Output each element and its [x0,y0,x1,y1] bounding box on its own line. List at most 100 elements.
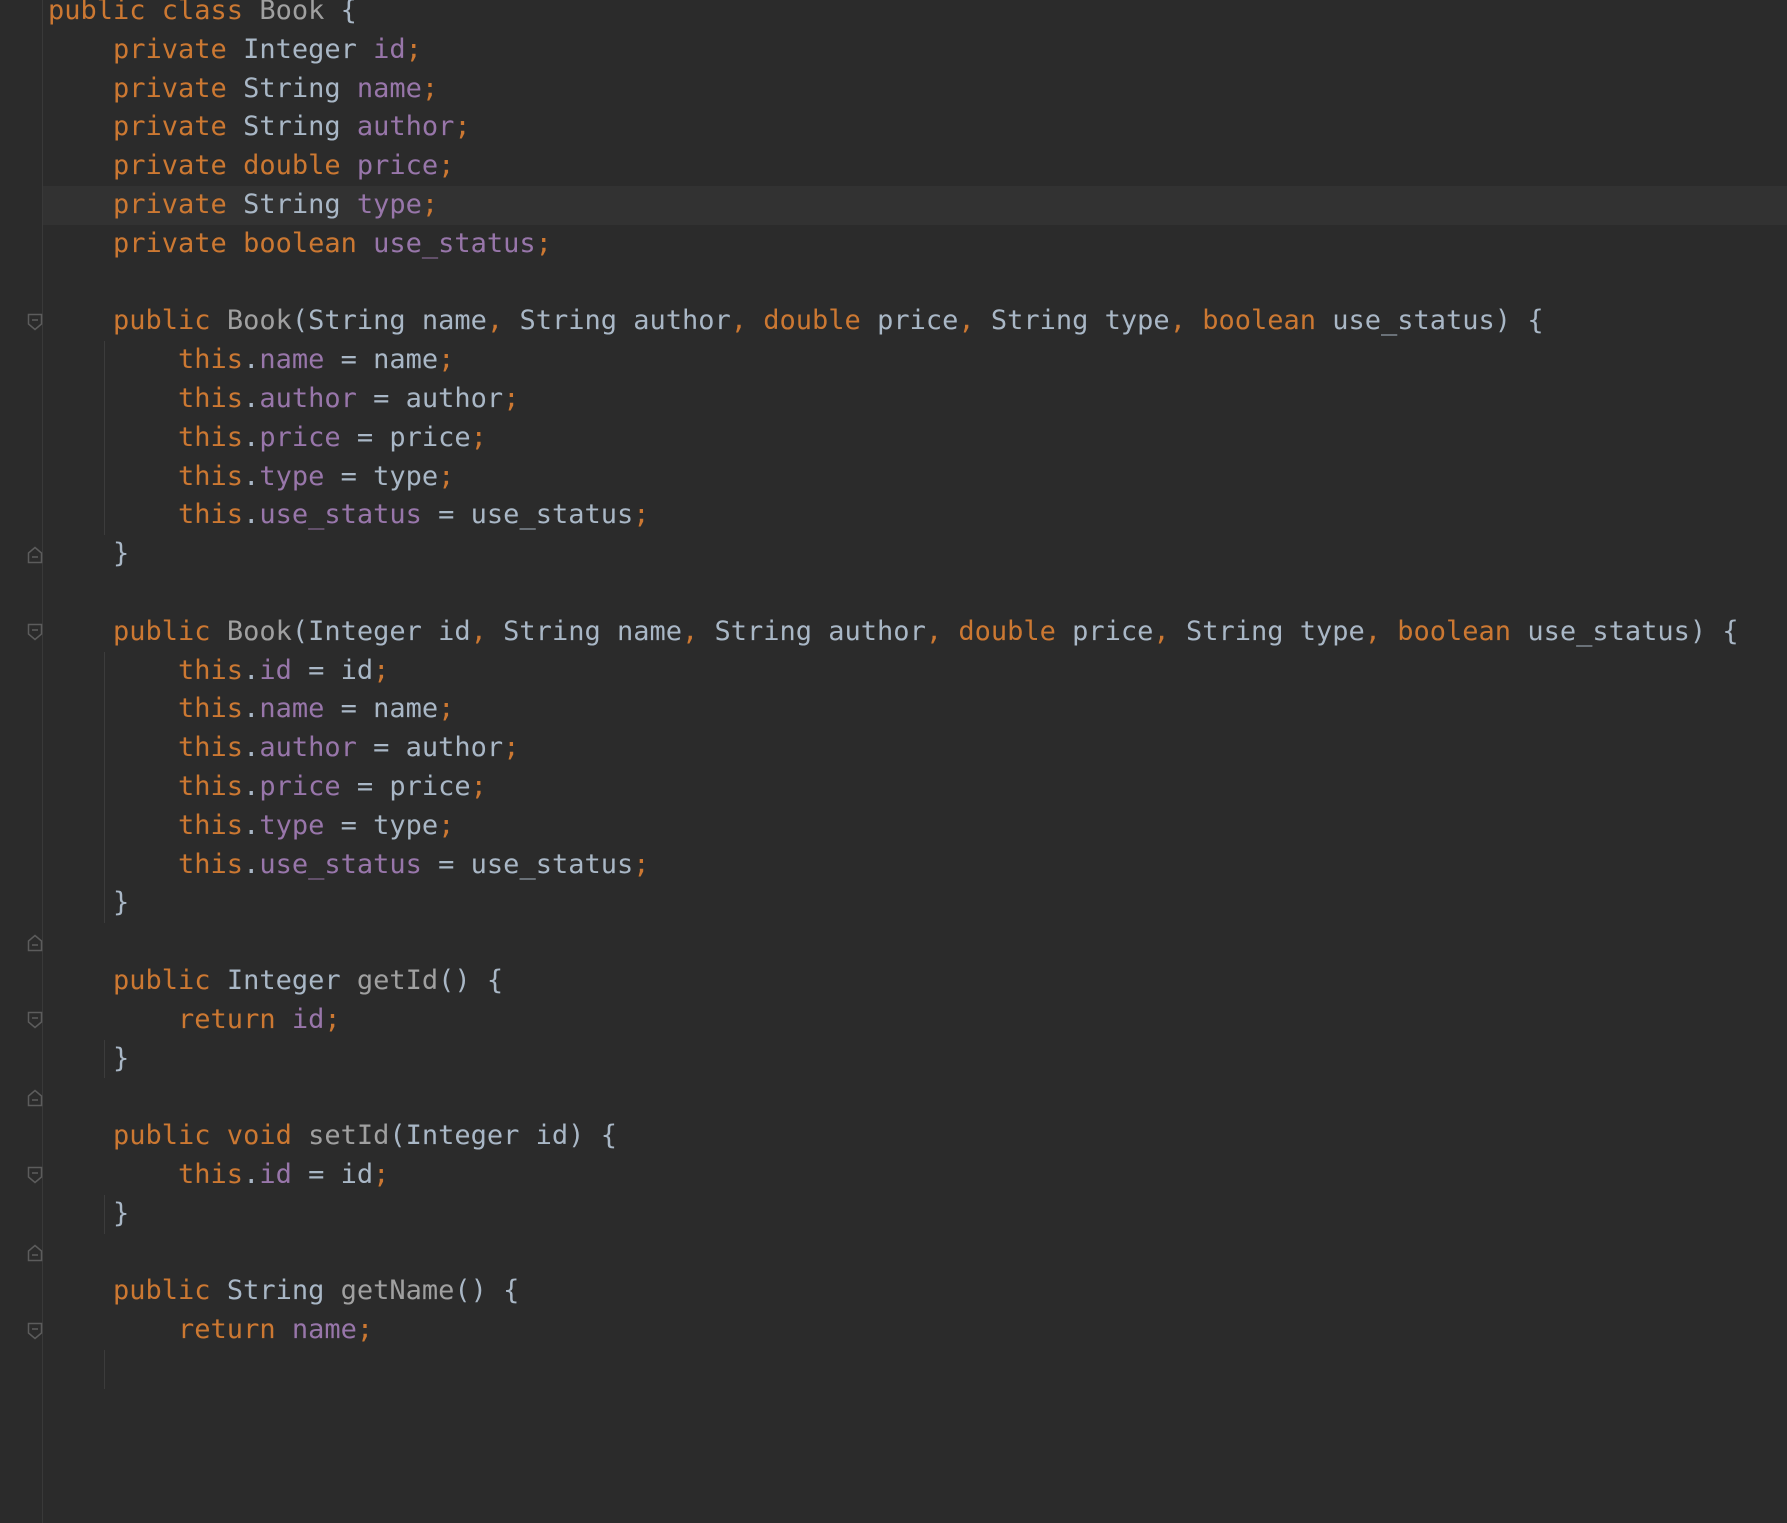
code-line[interactable]: public class Book { [43,0,1787,31]
code-token: public class [48,0,260,26]
code-line[interactable]: private String type; [43,186,1787,225]
code-token: author [356,111,455,143]
code-line[interactable]: private String author; [43,108,1787,147]
code-token: } [48,1042,130,1074]
code-token: price [356,150,439,182]
code-token: this [48,693,244,725]
code-token: ; [633,499,650,531]
code-line[interactable]: private Integer id; [43,31,1787,70]
code-line[interactable]: } [43,535,1787,574]
code-line-text: private Integer id; [48,31,422,70]
code-line[interactable]: public Integer getId() { [43,962,1787,1001]
code-line[interactable]: private double price; [43,147,1787,186]
code-line[interactable]: public Book(String name, String author, … [43,302,1787,341]
code-token: public [48,1275,227,1307]
code-token: ; [535,227,552,259]
code-token: this [48,654,244,686]
code-token: ; [421,72,439,104]
code-token: price [1072,615,1154,647]
code-token: = use_status [421,848,634,880]
code-token: . [243,654,260,686]
code-line[interactable]: this.author = author; [43,380,1787,419]
code-line[interactable]: public Book(Integer id, String name, Str… [43,613,1787,652]
code-line[interactable]: this.id = id; [43,1156,1787,1195]
fold-end-icon[interactable] [27,1089,43,1107]
code-line[interactable]: this.name = name; [43,690,1787,729]
editor-gutter [0,0,43,1523]
code-line[interactable]: this.price = price; [43,419,1787,458]
code-token: ; [470,421,487,453]
code-token: setId [308,1120,390,1152]
code-line[interactable]: } [43,1195,1787,1234]
code-line[interactable] [43,1234,1787,1273]
code-token: this [48,421,244,453]
code-line[interactable]: this.use_status = use_status; [43,846,1787,885]
code-token: this [48,499,244,531]
fold-collapse-icon[interactable] [27,1011,43,1029]
code-token: , [681,615,715,647]
code-token: ; [373,654,390,686]
fold-collapse-icon[interactable] [27,1322,43,1340]
code-line[interactable] [43,1078,1787,1117]
code-token: . [243,693,260,725]
code-line[interactable] [43,264,1787,303]
code-line[interactable]: this.author = author; [43,729,1787,768]
code-token: price [259,771,341,802]
code-line[interactable]: this.type = type; [43,458,1787,497]
code-line[interactable]: } [43,1040,1787,1079]
code-token: , [730,305,764,337]
code-area[interactable]: public class Book { private Integer id; … [43,0,1787,1523]
code-line[interactable] [43,923,1787,962]
code-line[interactable]: this.name = name; [43,341,1787,380]
code-token: () { [454,1275,520,1307]
code-token: this [48,383,244,414]
fold-end-icon[interactable] [27,934,43,952]
code-line[interactable]: return name; [43,1311,1787,1350]
code-token: = id [291,1159,374,1190]
code-token: public [48,305,227,337]
code-token: String author [714,615,926,647]
code-line-text: this.type = type; [48,458,454,497]
code-line[interactable]: private String name; [43,70,1787,109]
fold-collapse-icon[interactable] [27,623,43,641]
code-token: name [259,344,325,376]
code-token: . [243,1159,260,1190]
code-line[interactable]: this.id = id; [43,652,1787,691]
code-token: ; [633,848,650,880]
code-line[interactable]: this.price = price; [43,768,1787,807]
fold-collapse-icon[interactable] [27,313,43,331]
code-line[interactable]: } [43,884,1787,923]
code-token: = price [340,421,471,453]
code-line-text: this.name = name; [48,690,454,729]
code-token: { [324,0,357,26]
code-token: Book [259,0,325,26]
code-token: = price [340,771,471,802]
code-line[interactable] [43,574,1787,613]
code-token: private double [48,150,357,182]
code-token: this [48,848,244,880]
fold-collapse-icon[interactable] [27,1166,43,1184]
code-line[interactable]: private boolean use_status; [43,225,1787,264]
code-token: use_status) { [1332,305,1544,337]
fold-end-icon[interactable] [27,546,43,564]
code-token: author [259,732,357,764]
code-token: Integer [226,965,357,996]
code-line[interactable]: return id; [43,1001,1787,1040]
code-token: getId [356,965,439,996]
code-line[interactable]: public void setId(Integer id) { [43,1117,1787,1156]
code-line-text: this.name = name; [48,341,454,380]
code-token: return [48,1314,292,1346]
code-token: ; [438,150,455,182]
code-token: (Integer id) { [389,1120,617,1152]
code-line-text: return id; [48,1001,341,1040]
code-line[interactable]: public String getName() { [43,1272,1787,1311]
code-line-text: private String author; [48,108,471,147]
code-token: id [259,1159,292,1190]
code-line[interactable]: this.use_status = use_status; [43,496,1787,535]
code-token: type [259,809,325,841]
code-editor[interactable]: public class Book { private Integer id; … [0,0,1787,1523]
fold-end-icon[interactable] [27,1244,43,1262]
code-line-text: public String getName() { [48,1272,519,1311]
code-token: price [877,305,959,337]
code-line[interactable]: this.type = type; [43,807,1787,846]
